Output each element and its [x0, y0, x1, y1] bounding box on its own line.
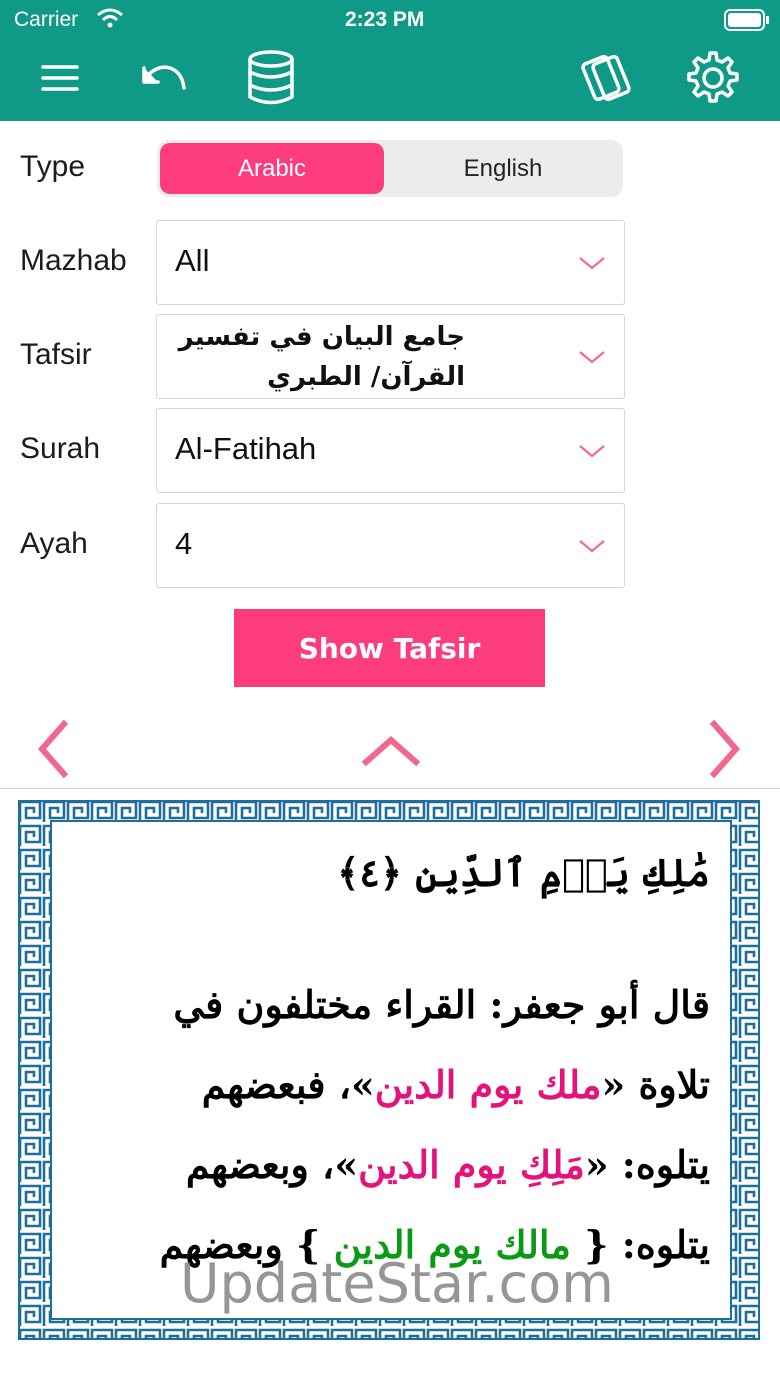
- gear-icon[interactable]: [683, 48, 743, 108]
- ayah-label: Ayah: [20, 527, 88, 560]
- chevron-down-icon: [578, 255, 606, 271]
- divider: [0, 788, 780, 789]
- highlighted-phrase: ملك يوم الدين: [374, 1062, 602, 1107]
- verse-line: مَٰلِكِ يَوۡمِ ٱلدِّينِ ﴿٤﴾: [337, 850, 710, 895]
- tafsir-text-run: يتلوه: «: [584, 1142, 710, 1187]
- undo-icon[interactable]: [132, 48, 192, 108]
- tafsir-label: Tafsir: [20, 338, 92, 371]
- tafsir-line: يتلوه: «مَلِكِ يوم الدين»، وبعضهم: [66, 1142, 710, 1187]
- watermark: UpdateStar.com: [180, 1252, 614, 1315]
- carrier-label: Carrier: [14, 8, 79, 31]
- battery-icon: [724, 9, 770, 35]
- tafsir-text-run: »، فبعضهم: [201, 1062, 375, 1107]
- tafsir-text-run: »، وبعضهم: [185, 1142, 359, 1187]
- tafsir-line: قال أبو جعفر: القراء مختلفون في: [66, 982, 710, 1027]
- ayah-value: 4: [175, 526, 193, 561]
- surah-dropdown[interactable]: Al-Fatihah: [156, 408, 625, 493]
- database-icon[interactable]: [241, 48, 301, 108]
- type-label: Type: [20, 150, 86, 183]
- cards-icon[interactable]: [574, 48, 634, 108]
- show-tafsir-button[interactable]: Show Tafsir: [234, 609, 545, 687]
- tafsir-text-run: قال أبو جعفر: القراء مختلفون في: [173, 982, 710, 1027]
- chevron-left-icon[interactable]: [30, 718, 74, 784]
- mazhab-value: All: [175, 243, 210, 278]
- wifi-icon: [96, 8, 124, 32]
- ayah-dropdown[interactable]: 4: [156, 503, 625, 588]
- chevron-up-icon[interactable]: [360, 732, 422, 772]
- chevron-down-icon: [578, 349, 606, 365]
- segment-arabic[interactable]: Arabic: [160, 143, 384, 194]
- segment-english[interactable]: English: [387, 143, 619, 194]
- clock: 2:23 PM: [345, 8, 425, 31]
- tafsir-value: جامع البيان في تفسير القرآن/ الطبري: [178, 322, 465, 392]
- tafsir-text-run: تلاوة «: [601, 1062, 711, 1107]
- surah-label: Surah: [20, 432, 101, 465]
- mazhab-label: Mazhab: [20, 244, 127, 277]
- tafsir-line: تلاوة «ملك يوم الدين»، فبعضهم: [66, 1062, 710, 1107]
- mazhab-dropdown[interactable]: All: [156, 220, 625, 305]
- highlighted-phrase: مَلِكِ يوم الدين: [358, 1142, 585, 1187]
- surah-value: Al-Fatihah: [175, 431, 317, 466]
- tafsir-dropdown[interactable]: جامع البيان في تفسير القرآن/ الطبري: [156, 314, 625, 399]
- chevron-down-icon: [578, 538, 606, 554]
- chevron-right-icon[interactable]: [704, 718, 748, 784]
- chevron-down-icon: [578, 443, 606, 459]
- menu-icon[interactable]: [30, 48, 90, 108]
- type-segmented-control: Arabic English: [157, 140, 623, 197]
- tafsir-text-panel: مَٰلِكِ يَوۡمِ ٱلدِّينِ ﴿٤﴾ قال أبو جعفر…: [50, 820, 732, 1320]
